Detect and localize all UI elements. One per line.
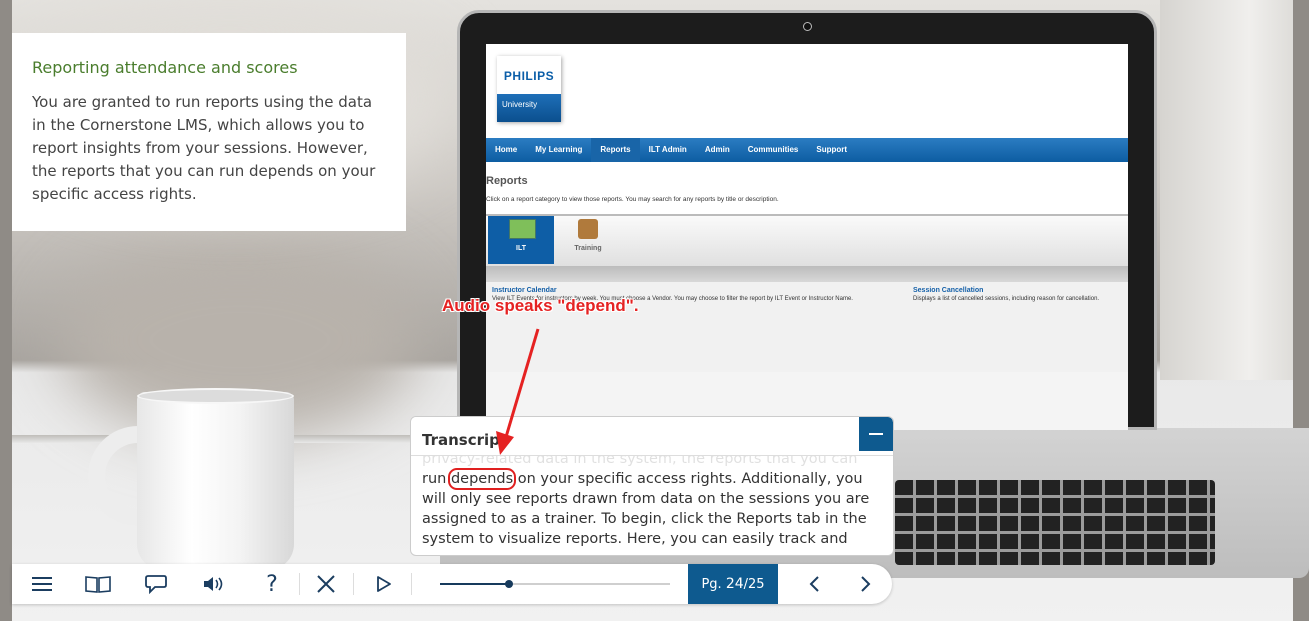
lms-nav-home: Home: [495, 145, 518, 154]
chevron-left-icon: [809, 576, 819, 592]
lms-page-description: Click on a report category to view those…: [486, 196, 779, 203]
play-button[interactable]: [368, 564, 400, 604]
help-button[interactable]: ?: [256, 564, 288, 604]
info-panel: Reporting attendance and scores You are …: [12, 33, 406, 231]
mug-rim: [137, 388, 294, 404]
left-border: [0, 0, 12, 621]
lms-nav-my-learning: My Learning: [535, 145, 583, 154]
next-page-button[interactable]: [850, 564, 882, 604]
player-control-bar: ? Pg. 24/25: [12, 564, 892, 604]
chat-icon: [145, 575, 167, 594]
previous-page-button[interactable]: [798, 564, 830, 604]
transcript-highlight-word: depends: [447, 468, 517, 490]
play-icon: [377, 576, 391, 592]
logo-subtitle: University: [497, 94, 561, 122]
background-wall: [1160, 0, 1309, 380]
volume-button[interactable]: [198, 564, 230, 604]
progress-handle[interactable]: [505, 580, 513, 588]
transcript-button[interactable]: [140, 564, 172, 604]
report-session-cancellation-desc: Displays a list of cancelled sessions, i…: [913, 296, 1100, 302]
annotation-label: Audio speaks "depend".: [442, 296, 639, 315]
help-icon: ?: [266, 571, 278, 597]
control-separator: [299, 573, 300, 595]
laptop-camera: [803, 22, 812, 31]
book-icon: [85, 576, 111, 593]
page-indicator: Pg. 24/25: [688, 564, 778, 604]
page-total: /25: [743, 577, 765, 592]
control-separator: [411, 573, 412, 595]
control-separator: [353, 573, 354, 595]
menu-button[interactable]: [26, 564, 58, 604]
laptop-screen: PHILIPS University Home My Learning Repo…: [486, 44, 1128, 372]
transcript-minimize-button[interactable]: [859, 417, 893, 451]
volume-icon: [204, 577, 223, 591]
report-instructor-calendar-title: Instructor Calendar: [492, 287, 557, 294]
chevron-right-icon: [861, 576, 871, 592]
lms-nav-admin: Admin: [704, 145, 730, 154]
coffee-mug: [137, 392, 294, 570]
lms-nav-bar: Home My Learning Reports ILT Admin Admin…: [486, 138, 1128, 162]
progress-slider[interactable]: [440, 580, 670, 588]
page-prefix: Pg.: [701, 577, 722, 592]
lms-tab-ilt: ILT: [488, 216, 554, 264]
lms-band: [486, 266, 1128, 282]
laptop-keyboard: [895, 480, 1215, 565]
info-panel-title: Reporting attendance and scores: [32, 58, 298, 77]
training-tab-icon: [578, 219, 598, 239]
philips-university-logo: PHILIPS University: [497, 56, 561, 122]
lms-tab-ilt-label: ILT: [516, 245, 526, 252]
lms-nav-reports: Reports: [591, 138, 640, 162]
menu-icon: [32, 577, 52, 591]
glossary-button[interactable]: [82, 564, 114, 604]
ilt-tab-icon: [509, 219, 536, 239]
lms-tab-training: Training: [566, 216, 610, 264]
report-session-cancellation-title: Session Cancellation: [913, 287, 984, 294]
lms-tab-training-label: Training: [574, 245, 602, 252]
annotation-arrow-icon: [496, 328, 540, 455]
lms-report-tabs: ILT Training: [486, 214, 1128, 266]
info-panel-body: You are granted to run reports using the…: [32, 93, 376, 203]
progress-fill: [440, 583, 509, 585]
lms-nav-support: Support: [816, 145, 848, 154]
page-current: 24: [725, 576, 744, 592]
lms-nav-ilt-admin: ILT Admin: [648, 145, 687, 154]
lms-page-title: Reports: [486, 175, 528, 187]
close-icon: [317, 575, 335, 593]
logo-brand: PHILIPS: [503, 69, 555, 83]
lms-nav-communities: Communities: [747, 145, 799, 154]
exit-button[interactable]: [310, 564, 342, 604]
